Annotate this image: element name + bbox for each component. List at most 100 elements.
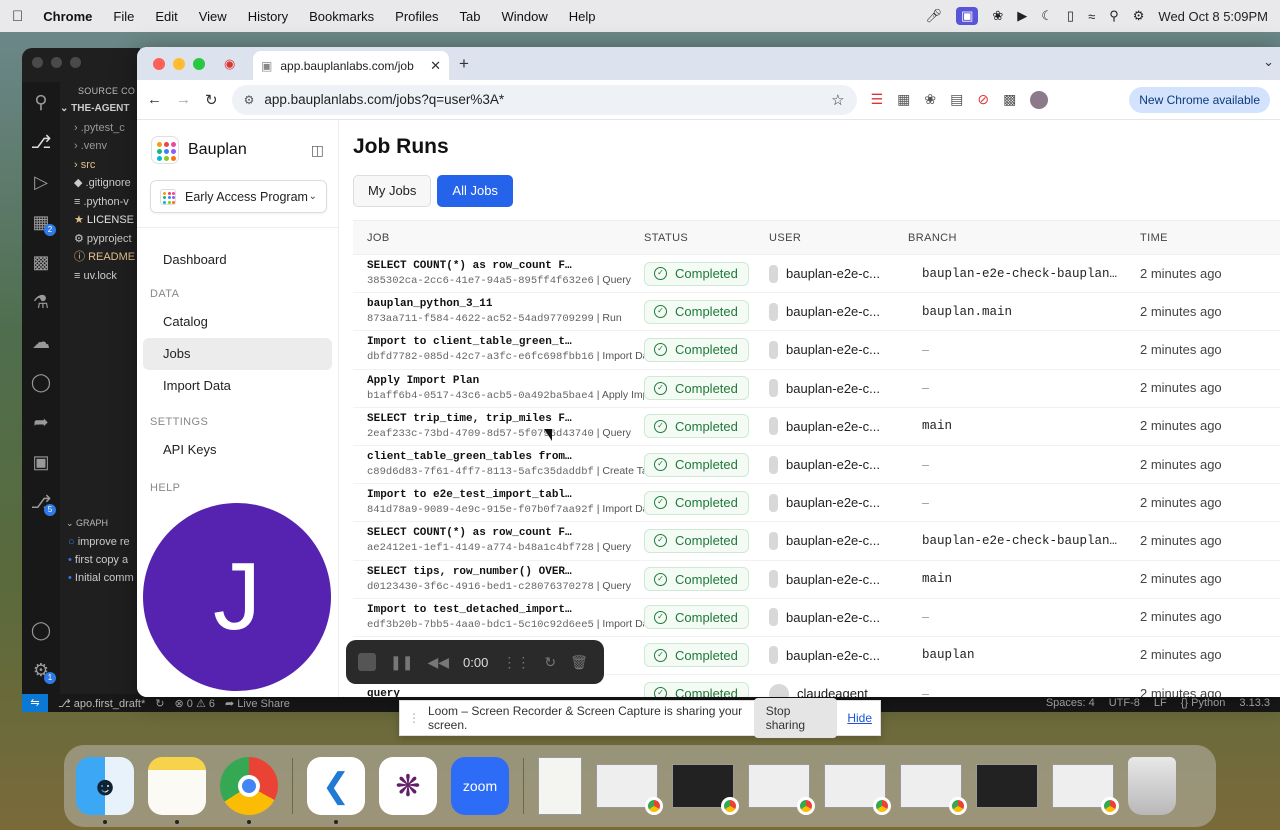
new-tab-icon[interactable]: + — [459, 54, 469, 74]
hide-banner-link[interactable]: Hide — [847, 711, 872, 725]
table-row[interactable]: bauplan_python_3_11 873aa711-f584-4622-ac… — [353, 293, 1280, 332]
job-name[interactable]: bauplan_python_3_11 — [367, 297, 644, 311]
job-cell[interactable]: SELECT COUNT(*) as row_count F… ae2412e1-… — [353, 526, 644, 555]
chrome-window-thumbnail[interactable] — [824, 764, 891, 815]
sidebar-item-jobs[interactable]: Jobs — [143, 338, 332, 370]
screen-share-icon[interactable]: ▣ — [956, 7, 979, 25]
column-job[interactable]: JOB — [353, 232, 644, 244]
browser-tab[interactable]: ▣ app.bauplanlabs.com/job ✕ — [253, 51, 449, 80]
tab-search-chevron-icon[interactable]: ⌄ — [1263, 54, 1274, 70]
job-name[interactable]: Import to client_table_green_t… — [367, 335, 644, 349]
graph-header[interactable]: ⌄ GRAPH — [66, 518, 108, 529]
graph-commit[interactable]: ○ improve re — [68, 536, 130, 548]
account-icon[interactable]: ◯ — [22, 610, 60, 650]
github-icon[interactable]: ◯ — [22, 362, 60, 402]
menu-window[interactable]: Window — [502, 9, 548, 24]
table-row[interactable]: Import to e2e_test_import_tabl… 841d78a9-… — [353, 484, 1280, 523]
job-name[interactable]: SELECT COUNT(*) as row_count F… — [367, 526, 644, 540]
table-row[interactable]: Import to test_detached_import… edf3b20b-… — [353, 599, 1280, 637]
extension-stack-icon[interactable]: ☰ — [871, 91, 884, 108]
language-status[interactable]: {} Python — [1181, 697, 1226, 709]
pause-icon[interactable]: ❚❚ — [390, 654, 413, 671]
zoom-icon[interactable]: zoom — [451, 757, 509, 815]
job-cell[interactable]: query — [353, 687, 644, 697]
chrome-window-thumbnail[interactable] — [672, 764, 739, 815]
menu-file[interactable]: File — [113, 9, 134, 24]
chrome-window-thumbnail[interactable] — [1052, 764, 1119, 815]
chrome-icon[interactable] — [220, 757, 278, 824]
remote-explorer-icon[interactable]: ▩ — [22, 242, 60, 282]
docker-icon[interactable]: ☁ — [22, 322, 60, 362]
vscode-window-thumbnail[interactable] — [976, 764, 1038, 808]
testing-icon[interactable]: ⚗ — [22, 282, 60, 322]
table-row[interactable]: Import to client_table_green_t… dbfd7782-… — [353, 331, 1280, 370]
job-cell[interactable]: Import to e2e_test_import_tabl… 841d78a9-… — [353, 488, 644, 517]
graph-commit[interactable]: • Initial comm — [68, 572, 134, 584]
close-window-button[interactable] — [153, 58, 165, 70]
job-cell[interactable]: Import to client_table_green_t… dbfd7782-… — [353, 335, 644, 364]
rewind-icon[interactable]: ◀◀ — [427, 654, 449, 671]
job-name[interactable]: client_table_green_tables from… — [367, 450, 644, 464]
job-cell[interactable]: Apply Import Plan b1aff6b4-0517-43c6-acb5… — [353, 374, 644, 403]
job-name[interactable]: SELECT trip_time, trip_miles F… — [367, 412, 644, 426]
job-name[interactable]: query — [367, 687, 644, 697]
file-item[interactable]: ⚙ pyproject — [60, 230, 140, 249]
stop-recording-button[interactable] — [358, 653, 376, 671]
sidebar-item-api-keys[interactable]: API Keys — [143, 434, 332, 466]
control-center-icon[interactable]: ⚙ — [1133, 8, 1145, 24]
restart-icon[interactable]: ↻ — [544, 654, 556, 671]
minimize-window-button[interactable] — [173, 58, 185, 70]
table-row[interactable]: client_table_green_tables from… c89d6d83-… — [353, 446, 1280, 485]
tab-my-jobs[interactable]: My Jobs — [353, 175, 432, 207]
menu-tab[interactable]: Tab — [460, 9, 481, 24]
wifi-icon[interactable]: ≈ — [1088, 9, 1095, 24]
job-cell[interactable]: Import to test_detached_import… edf3b20b-… — [353, 603, 644, 632]
job-cell[interactable]: client_table_green_tables from… c89d6d83-… — [353, 450, 644, 479]
table-row[interactable]: Apply Import Plan b1aff6b4-0517-43c6-acb5… — [353, 370, 1280, 408]
extensions-icon[interactable]: ▦ 2 — [22, 202, 60, 242]
run-debug-icon[interactable]: ▷ — [22, 162, 60, 202]
table-row[interactable]: SELECT trip_time, trip_miles F… 2eaf233c-… — [353, 408, 1280, 446]
org-selector[interactable]: Early Access Program ⌄ — [150, 180, 327, 213]
python-version-status[interactable]: 3.13.3 — [1239, 697, 1270, 709]
job-cell[interactable]: SELECT trip_time, trip_miles F… 2eaf233c-… — [353, 412, 644, 441]
sync-icon[interactable]: ↻ — [155, 697, 164, 710]
job-name[interactable]: Import to e2e_test_import_tabl… — [367, 488, 644, 502]
site-info-icon[interactable]: ⚙ — [244, 93, 255, 107]
column-user[interactable]: USER — [769, 232, 908, 244]
job-name[interactable]: Apply Import Plan — [367, 374, 644, 388]
file-item[interactable]: › .pytest_c — [60, 119, 140, 138]
new-chrome-available-button[interactable]: New Chrome available — [1129, 86, 1270, 113]
source-control-icon[interactable]: ⎇ — [22, 122, 60, 162]
collapse-sidebar-icon[interactable]: ◫ — [311, 142, 324, 159]
live-share-icon[interactable]: ➦ — [22, 402, 60, 442]
column-time[interactable]: TIME — [1140, 232, 1280, 244]
trash-icon[interactable] — [1128, 757, 1176, 815]
job-cell[interactable]: SELECT tips, row_number() OVER… d0123430-… — [353, 565, 644, 594]
job-cell[interactable]: bauplan_python_3_11 873aa711-f584-4622-ac… — [353, 297, 644, 326]
back-icon[interactable]: ← — [147, 91, 162, 108]
git-graph-icon[interactable]: ⎇ 5 — [22, 482, 60, 522]
sidebar-item-catalog[interactable]: Catalog — [143, 306, 332, 338]
file-item[interactable]: ≡ .python-v — [60, 193, 140, 212]
drag-grip-icon[interactable]: ⋮ — [408, 711, 420, 725]
chrome-window-thumbnail[interactable] — [900, 764, 967, 815]
menu-edit[interactable]: Edit — [155, 9, 177, 24]
table-row[interactable]: SELECT COUNT(*) as row_count F… 385302ca-… — [353, 255, 1280, 294]
loom-extension-icon[interactable]: ❀ — [924, 91, 936, 108]
indent-status[interactable]: Spaces: 4 — [1046, 697, 1095, 709]
sidebar-item-dashboard[interactable]: Dashboard — [143, 244, 332, 276]
tab-all-jobs[interactable]: All Jobs — [437, 175, 513, 207]
explorer-icon[interactable]: ⚲ — [22, 82, 60, 122]
menu-profiles[interactable]: Profiles — [395, 9, 438, 24]
document-thumbnail[interactable] — [538, 757, 582, 815]
job-name[interactable]: SELECT COUNT(*) as row_count F… — [367, 259, 644, 273]
file-item[interactable]: ⓘ README — [60, 248, 140, 267]
problems-indicator[interactable]: ⊗ 0 ⚠ 6 — [175, 697, 216, 710]
branch-indicator[interactable]: ⎇ apo.first_draft* — [58, 697, 145, 710]
clipboard-extension-icon[interactable]: ▤ — [950, 91, 963, 108]
delete-icon[interactable]: 🗑︎ — [570, 654, 588, 671]
maximize-window-button[interactable] — [193, 58, 205, 70]
column-branch[interactable]: BRANCH — [908, 232, 1140, 244]
menu-help[interactable]: Help — [569, 9, 596, 24]
